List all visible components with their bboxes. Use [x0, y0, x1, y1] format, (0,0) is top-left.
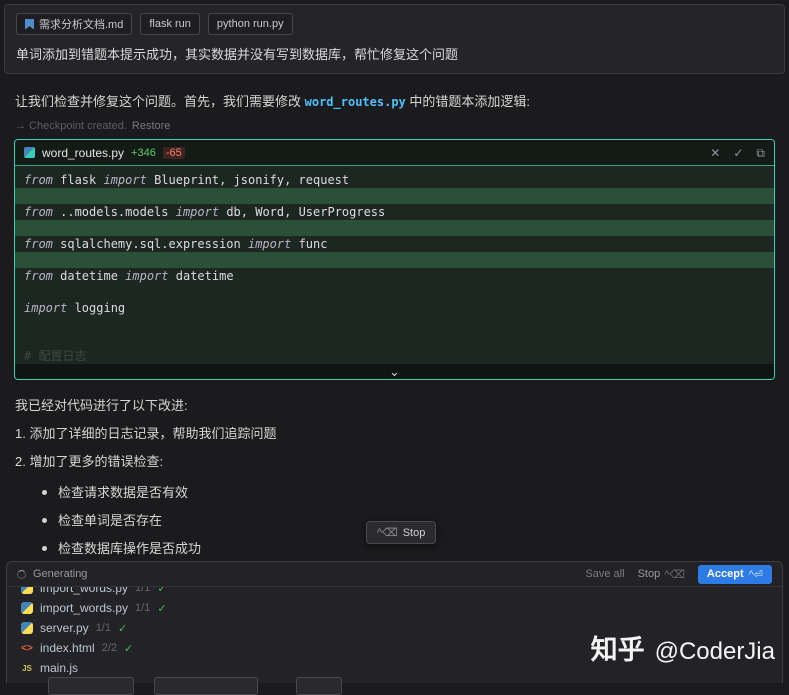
code-line: # 配置日志 [24, 349, 87, 363]
accept-change-icon[interactable]: ✓ [733, 147, 743, 159]
clipped-chip [48, 677, 134, 695]
check-icon: ✓ [117, 622, 128, 635]
file-row[interactable]: import_words.py 1/1 ✓ [21, 598, 782, 618]
watermark: 知乎 @CoderJia [591, 628, 775, 667]
context-header: 需求分析文档.md flask run python run.py 单词添加到错题本… [4, 4, 785, 74]
accept-label: Accept [706, 568, 744, 580]
accept-all-button[interactable]: Accept ^⏎ [697, 564, 772, 584]
chip-label: 需求分析文档.md [39, 19, 124, 31]
loading-spinner-icon [17, 569, 26, 579]
code-line: import logging [24, 301, 126, 315]
open-file-icon[interactable]: ⧉ [756, 147, 765, 159]
code-line: from datetime import datetime [24, 269, 234, 283]
panel-stop-button[interactable]: Stop ^⌫ [638, 568, 685, 581]
file-name: main.js [40, 661, 79, 675]
file-name: import_words.py [40, 587, 129, 595]
code-line [15, 220, 774, 236]
code-line [15, 188, 774, 204]
diff-header: word_routes.py +346 -65 ✕ ✓ ⧉ [15, 140, 774, 166]
clipped-chip [154, 677, 258, 695]
diff-card: word_routes.py +346 -65 ✕ ✓ ⧉ from flask… [14, 139, 775, 380]
bullet-item: 检查请求数据是否有效 [41, 484, 774, 502]
expand-code-button[interactable]: ⌄ [15, 364, 774, 379]
save-all-button[interactable]: Save all [585, 568, 624, 580]
intro-text-suffix: 中的错题本添加逻辑: [405, 94, 531, 109]
diff-actions: ✕ ✓ ⧉ [710, 147, 765, 159]
additions-count: +346 [131, 146, 156, 159]
file-name: import_words.py [40, 601, 129, 615]
code-line: from sqlalchemy.sql.expression import fu… [24, 237, 328, 251]
checkpoint-restore-button[interactable]: Restore [132, 120, 171, 132]
diff-filename: word_routes.py [42, 145, 125, 160]
answer-paragraph: 1. 添加了详细的日志记录，帮助我们追踪问题 [15, 426, 277, 441]
check-icon: ✓ [124, 642, 134, 655]
code-area: from flask import Blueprint, jsonify, re… [15, 166, 774, 364]
summary-heading: 我已经对代码进行了以下改进: [15, 398, 188, 413]
html-file-icon: <> [21, 642, 33, 654]
markdown-file-icon [25, 18, 34, 30]
file-name: index.html [40, 641, 95, 655]
code-line: from ..models.models import db, Word, Us… [24, 205, 386, 219]
stop-shortcut: ^⌫ [377, 527, 398, 539]
file-progress: 1/1 [135, 587, 151, 594]
context-chip[interactable]: python run.py [207, 13, 293, 35]
watermark-handle: @CoderJia [654, 638, 775, 665]
py-file-icon [21, 622, 33, 634]
assistant-answer: 我已经对代码进行了以下改进: 1. 添加了详细的日志记录，帮助我们追踪问题 2. … [15, 397, 774, 586]
accept-shortcut: ^⏎ [748, 568, 763, 581]
file-progress: 1/1 [95, 622, 111, 634]
reject-change-icon[interactable]: ✕ [710, 147, 720, 159]
js-file-icon: JS [22, 663, 32, 673]
python-file-icon [24, 147, 35, 158]
chevron-down-icon: ⌄ [389, 363, 400, 379]
file-link[interactable]: word_routes.py [305, 95, 406, 109]
generation-status: Generating [33, 568, 88, 580]
user-message: 单词添加到错题本提示成功，其实数据并没有写到数据库，帮忙修复这个问题 [16, 47, 459, 62]
checkpoint-row: → Checkpoint created. Restore [15, 120, 774, 132]
panel-actions: Save all Stop ^⌫ Accept ^⏎ [585, 564, 772, 584]
chip-label: flask run [149, 18, 191, 30]
checkpoint-label: → Checkpoint created. [15, 120, 127, 132]
check-icon: ✓ [157, 587, 167, 595]
file-progress: 2/2 [101, 642, 117, 654]
deletions-count: -65 [162, 146, 185, 159]
panel-stop-shortcut: ^⌫ [664, 568, 685, 581]
chip-label: python run.py [216, 18, 284, 30]
context-chips: 需求分析文档.md flask run python run.py [16, 13, 773, 35]
zhihu-logo: 知乎 [590, 635, 645, 665]
py-file-icon [21, 602, 33, 614]
code-line: from flask import Blueprint, jsonify, re… [24, 173, 350, 187]
file-row[interactable]: import_words.py 1/1 ✓ [21, 587, 782, 598]
py-file-icon [21, 587, 33, 594]
file-name: server.py [40, 621, 89, 635]
assistant-intro: 让我们检查并修复这个问题。首先，我们需要修改 word_routes.py 中的… [15, 93, 774, 111]
context-chip[interactable]: 需求分析文档.md [16, 13, 133, 35]
code-line [15, 252, 774, 268]
stop-label: Stop [402, 526, 426, 539]
clipped-bottom-row [6, 675, 783, 695]
answer-paragraph: 2. 增加了更多的错误检查: [15, 454, 164, 469]
improvement-points: 1. 添加了详细的日志记录，帮助我们追踪问题 2. 增加了更多的错误检查: [15, 425, 774, 471]
clipped-chip [296, 677, 342, 695]
file-progress: 1/1 [135, 602, 151, 614]
stop-generation-button[interactable]: ^⌫ Stop [366, 521, 437, 544]
context-chip[interactable]: flask run [140, 13, 200, 35]
check-icon: ✓ [157, 602, 167, 615]
panel-header: Generating Save all Stop ^⌫ Accept ^⏎ [7, 562, 782, 587]
panel-stop-label: Stop [637, 567, 661, 580]
intro-text-prefix: 让我们检查并修复这个问题。首先，我们需要修改 [15, 94, 305, 109]
